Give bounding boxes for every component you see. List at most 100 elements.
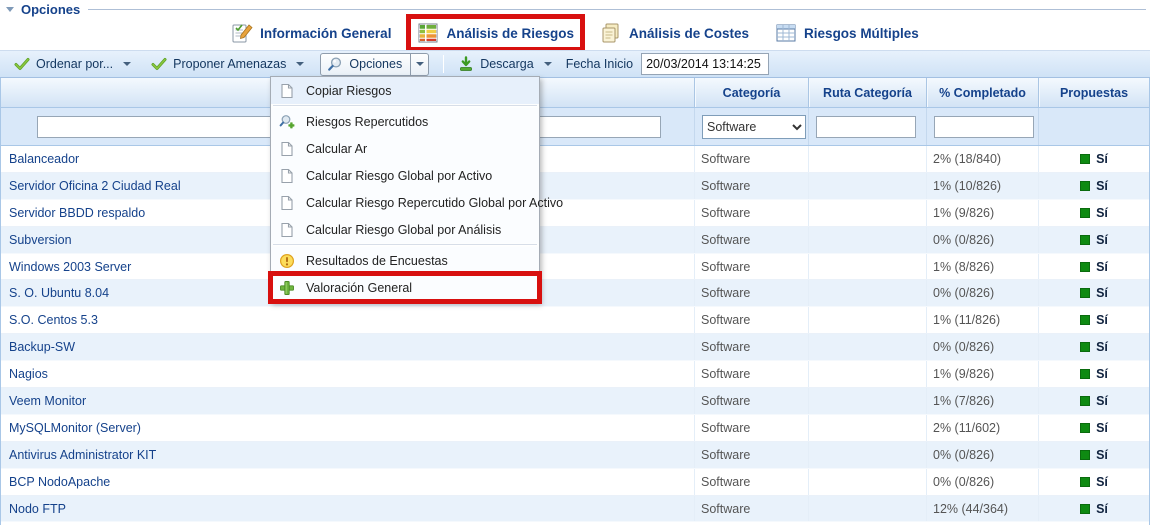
table-row[interactable]: Veem Monitor Software 1% (7/826) Sí [1, 388, 1149, 415]
page-icon [279, 141, 295, 157]
propuestas-value: Sí [1096, 206, 1108, 220]
menu-item-calcular-riesgo-repercutido-global-por-activo[interactable]: Calcular Riesgo Repercutido Global por A… [271, 189, 539, 216]
propuestas-cell: Sí [1038, 254, 1149, 280]
asset-name-cell[interactable]: Nodo FTP [1, 496, 694, 522]
ruta-categoria-cell [808, 361, 926, 387]
ruta-categoria-cell [808, 415, 926, 441]
propuestas-value: Sí [1096, 152, 1108, 166]
ruta-categoria-cell [808, 496, 926, 522]
ruta-categoria-cell [808, 307, 926, 333]
completed-cell: 1% (7/826) [926, 388, 1038, 414]
start-date-input[interactable] [641, 53, 769, 75]
column-header-completado[interactable]: % Completado [926, 78, 1038, 107]
status-green-square-icon [1080, 396, 1090, 406]
fieldset-rule [88, 9, 1146, 10]
tab-analisis-de-costes[interactable]: Análisis de Costes [594, 19, 755, 47]
asset-name-cell[interactable]: Veem Monitor [1, 388, 694, 414]
propose-threats-button[interactable]: Proponer Amenazas [147, 54, 308, 74]
propuestas-value: Sí [1096, 448, 1108, 462]
asset-name-cell[interactable]: MySQLMonitor (Server) [1, 415, 694, 441]
tab-riesgos-multiples[interactable]: Riesgos Múltiples [769, 19, 925, 47]
chevron-down-icon [296, 62, 304, 66]
table-row[interactable]: Backup-SW Software 0% (0/826) Sí [1, 334, 1149, 361]
sort-by-button[interactable]: Ordenar por... [10, 54, 135, 74]
table-row[interactable]: Servidor Oficina 2 Ciudad Real Software … [1, 173, 1149, 200]
column-header-categoria[interactable]: Categoría [694, 78, 808, 107]
status-green-square-icon [1080, 369, 1090, 379]
table-row[interactable]: S.O. Centos 5.3 Software 1% (11/826) Sí [1, 307, 1149, 334]
page-icon [279, 222, 295, 238]
table-row[interactable]: MySQLMonitor (Server) Software 2% (11/60… [1, 415, 1149, 442]
table-row[interactable]: Windows 2003 Server Software 1% (8/826) … [1, 254, 1149, 281]
asset-name-cell[interactable]: BCP NodoApache [1, 469, 694, 495]
menu-item-resultados-de-encuestas[interactable]: Resultados de Encuestas [271, 247, 539, 274]
status-green-square-icon [1080, 450, 1090, 460]
table-row[interactable]: Nodo FTP Software 12% (44/364) Sí [1, 496, 1149, 523]
download-button[interactable]: Descarga [454, 54, 556, 74]
page-icon [279, 195, 295, 211]
tab-analisis-de-riesgos[interactable]: Análisis de Riesgos [411, 19, 580, 47]
table-row[interactable]: Balanceador Software 2% (18/840) Sí [1, 146, 1149, 173]
category-cell: Software [694, 415, 808, 441]
completed-cell: 1% (8/826) [926, 254, 1038, 280]
completed-cell: 2% (11/602) [926, 415, 1038, 441]
category-cell: Software [694, 361, 808, 387]
options-dropdown-arrow[interactable] [411, 53, 429, 76]
column-header-propuestas[interactable]: Propuestas [1038, 78, 1149, 107]
status-green-square-icon [1080, 181, 1090, 191]
collapse-arrow-icon[interactable] [6, 7, 14, 12]
propuestas-cell: Sí [1038, 146, 1149, 172]
table-row[interactable]: Subversion Software 0% (0/826) Sí [1, 227, 1149, 254]
menu-item-calcular-riesgo-global-por-activo[interactable]: Calcular Riesgo Global por Activo [271, 162, 539, 189]
menu-item-calcular-riesgo-global-por-an-lisis[interactable]: Calcular Riesgo Global por Análisis [271, 216, 539, 243]
propose-threats-label: Proponer Amenazas [173, 57, 286, 71]
asset-name-cell[interactable]: S.O. Centos 5.3 [1, 307, 694, 333]
tab-informacion-general[interactable]: Información General [225, 19, 397, 47]
check-icon [14, 56, 30, 72]
table-row[interactable]: BCP NodoApache Software 0% (0/826) Sí [1, 469, 1149, 496]
menu-item-copiar-riesgos[interactable]: Copiar Riesgos [271, 77, 539, 104]
options-dropdown-menu: Copiar Riesgos Riesgos Repercutidos Calc… [270, 76, 540, 302]
completed-cell: 1% (11/826) [926, 307, 1038, 333]
completed-cell: 0% (0/826) [926, 334, 1038, 360]
category-filter-select[interactable]: Software [702, 115, 806, 139]
options-button[interactable]: Opciones [320, 53, 411, 76]
completado-filter-input[interactable] [934, 116, 1034, 138]
propuestas-value: Sí [1096, 394, 1108, 408]
document-pencil-icon [231, 22, 253, 44]
status-green-square-icon [1080, 342, 1090, 352]
propuestas-cell: Sí [1038, 280, 1149, 306]
menu-item-riesgos-repercutidos[interactable]: Riesgos Repercutidos [271, 108, 539, 135]
menu-separator [273, 105, 537, 107]
menu-item-valoraci-n-general[interactable]: Valoración General [271, 274, 539, 301]
table-row[interactable]: Nagios Software 1% (9/826) Sí [1, 361, 1149, 388]
asset-name-cell[interactable]: Backup-SW [1, 334, 694, 360]
status-green-square-icon [1080, 477, 1090, 487]
options-split-button: Opciones [320, 53, 429, 76]
completed-cell: 0% (0/826) [926, 442, 1038, 468]
table-row[interactable]: S. O. Ubuntu 8.04 Software 0% (0/826) Sí [1, 280, 1149, 307]
risk-analysis-screen: Opciones Información General [0, 0, 1150, 525]
menu-item-label: Valoración General [306, 281, 412, 295]
tab-label: Información General [260, 26, 391, 41]
check-icon [151, 56, 167, 72]
completed-cell: 12% (44/364) [926, 496, 1038, 522]
ruta-categoria-cell [808, 254, 926, 280]
menu-item-label: Resultados de Encuestas [306, 254, 448, 268]
filter-cell-ruta [808, 108, 926, 145]
category-cell: Software [694, 146, 808, 172]
download-icon [458, 56, 474, 72]
table-row[interactable]: Antivirus Administrator KIT Software 0% … [1, 442, 1149, 469]
propuestas-value: Sí [1096, 340, 1108, 354]
menu-item-calcular-ar[interactable]: Calcular Ar [271, 135, 539, 162]
propuestas-cell: Sí [1038, 173, 1149, 199]
asset-name-cell[interactable]: Antivirus Administrator KIT [1, 442, 694, 468]
ruta-filter-input[interactable] [816, 116, 916, 138]
column-header-ruta-categoria[interactable]: Ruta Categoría [808, 78, 926, 107]
asset-name-cell[interactable]: Nagios [1, 361, 694, 387]
menu-item-label: Calcular Riesgo Global por Análisis [306, 223, 501, 237]
download-label: Descarga [480, 57, 534, 71]
category-cell: Software [694, 227, 808, 253]
ruta-categoria-cell [808, 227, 926, 253]
table-row[interactable]: Servidor BBDD respaldo Software 1% (9/82… [1, 200, 1149, 227]
